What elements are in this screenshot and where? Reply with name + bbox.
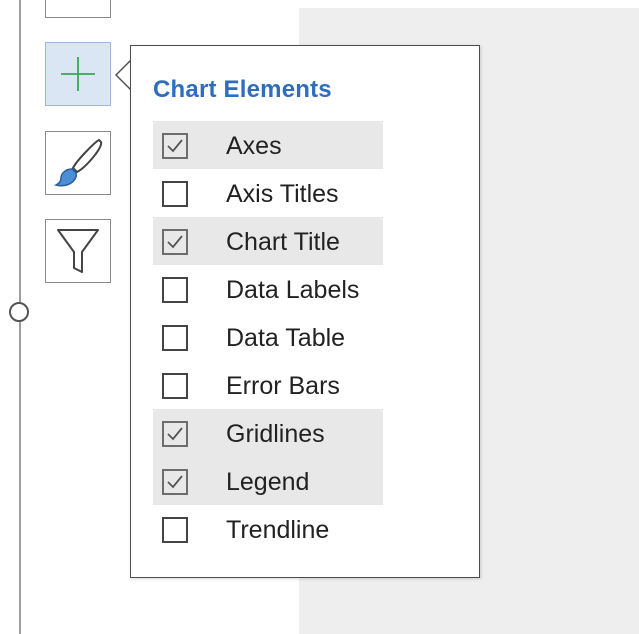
checkbox[interactable] bbox=[162, 325, 188, 351]
chart-element-error-bars[interactable]: Error Bars bbox=[153, 361, 383, 409]
popup-pointer-fill bbox=[117, 61, 131, 89]
chart-element-chart-title[interactable]: Chart Title bbox=[153, 217, 383, 265]
checkmark-icon bbox=[167, 475, 183, 489]
chart-filters-button[interactable] bbox=[45, 219, 111, 283]
chart-element-gridlines[interactable]: Gridlines bbox=[153, 409, 383, 457]
chart-element-axis-titles[interactable]: Axis Titles bbox=[153, 169, 383, 217]
chart-element-data-table[interactable]: Data Table bbox=[153, 313, 383, 361]
chart-element-label: Data Table bbox=[226, 324, 346, 352]
checkmark-icon bbox=[167, 139, 183, 153]
chart-elements-popup: Chart Elements Axes Axis Titles Chart Ti… bbox=[130, 45, 480, 578]
chart-element-label: Gridlines bbox=[226, 420, 325, 448]
chart-element-trendline[interactable]: Trendline bbox=[153, 505, 383, 553]
checkbox[interactable] bbox=[162, 181, 188, 207]
checkbox[interactable] bbox=[162, 229, 188, 255]
funnel-icon bbox=[57, 229, 99, 273]
chart-elements-button[interactable] bbox=[45, 42, 111, 106]
chart-element-label: Axes bbox=[226, 132, 282, 160]
chart-element-label: Axis Titles bbox=[226, 180, 339, 208]
chart-element-label: Data Labels bbox=[226, 276, 360, 304]
sidebar-button-partial[interactable] bbox=[45, 0, 111, 18]
chart-element-data-labels[interactable]: Data Labels bbox=[153, 265, 383, 313]
checkbox[interactable] bbox=[162, 469, 188, 495]
chart-element-axes[interactable]: Axes bbox=[153, 121, 383, 169]
paintbrush-icon bbox=[53, 138, 103, 187]
checkmark-icon bbox=[167, 427, 183, 441]
chart-element-legend[interactable]: Legend bbox=[153, 457, 383, 505]
resize-handle[interactable] bbox=[9, 302, 29, 322]
checkbox[interactable] bbox=[162, 517, 188, 543]
checkbox[interactable] bbox=[162, 277, 188, 303]
chart-element-label: Error Bars bbox=[226, 372, 340, 400]
checkbox[interactable] bbox=[162, 133, 188, 159]
plus-icon bbox=[61, 57, 95, 91]
chart-element-label: Legend bbox=[226, 468, 310, 496]
chart-elements-list: Axes Axis Titles Chart Title Data Labels… bbox=[153, 121, 383, 553]
chart-element-label: Trendline bbox=[226, 516, 330, 544]
chart-styles-button[interactable] bbox=[45, 131, 111, 195]
checkmark-icon bbox=[167, 235, 183, 249]
checkbox[interactable] bbox=[162, 373, 188, 399]
popup-title: Chart Elements bbox=[153, 76, 332, 103]
chart-element-label: Chart Title bbox=[226, 228, 340, 256]
checkbox[interactable] bbox=[162, 421, 188, 447]
